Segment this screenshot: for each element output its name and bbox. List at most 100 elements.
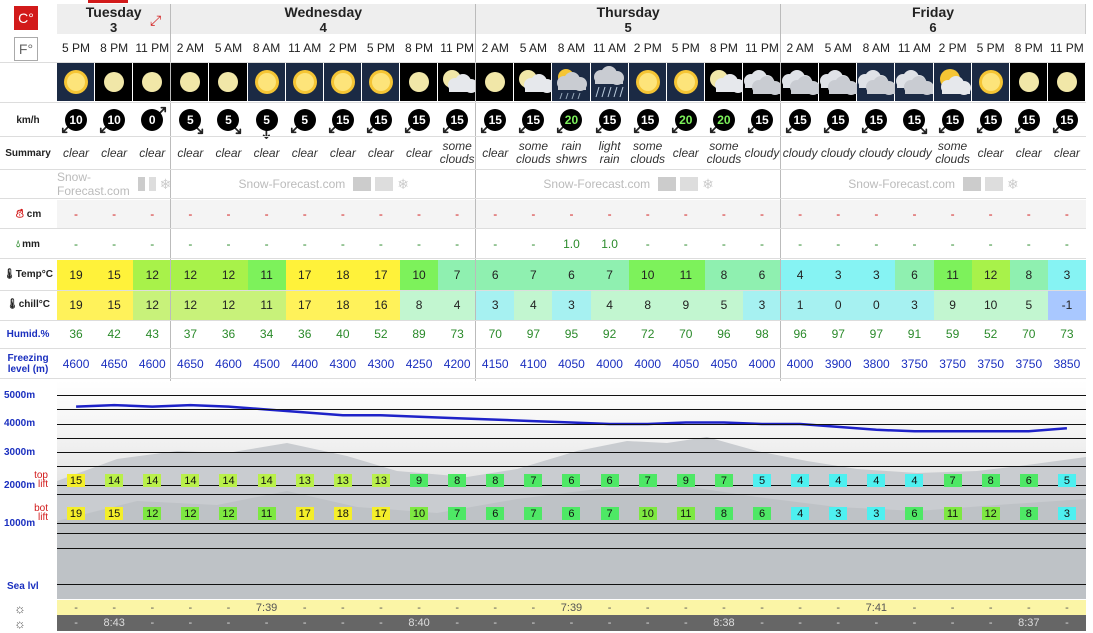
bot-lift-value: 11 — [676, 507, 695, 520]
snow-cell: - — [476, 200, 515, 228]
summary-row-label: Summary — [5, 147, 51, 159]
wind-speed: 15 — [446, 109, 469, 131]
day-header: Wednesday 4 — [171, 4, 477, 35]
humidity-cell: 36 — [298, 327, 312, 341]
humid-row-label: Humid.% — [6, 328, 50, 340]
altitude-gridline — [57, 494, 1086, 495]
chill-cell: 16 — [361, 290, 400, 320]
day-date: 6 — [929, 20, 937, 35]
freezing-level-cell: 4500 — [253, 357, 280, 371]
temp-cell: 3 — [857, 260, 896, 290]
freezing-level-cell: 4650 — [100, 357, 128, 371]
time-cell: 8 PM — [100, 41, 129, 55]
temp-cell: 7 — [438, 260, 477, 290]
row-separator — [0, 169, 1086, 170]
top-lift-value: 14 — [257, 474, 276, 487]
sunrise-cell: - — [323, 600, 362, 615]
day-header: Thursday 5 — [476, 4, 782, 35]
time-cell: 8 PM — [405, 41, 434, 55]
chill-cell: 5 — [1009, 290, 1048, 320]
humidity-cell: 89 — [412, 327, 426, 341]
top-lift-value: 9 — [676, 474, 695, 487]
chill-cell: 0 — [819, 290, 858, 320]
day-header: Friday 6 — [781, 4, 1086, 35]
lift-icon — [680, 177, 699, 191]
altitude-label: 3000m — [4, 447, 36, 458]
rain-cell: - — [226, 237, 231, 251]
rain-cell: - — [836, 237, 841, 251]
chill-cell: -1 — [1047, 290, 1086, 320]
time-cell: 8 AM — [557, 41, 586, 55]
humidity-cell: 96 — [717, 327, 731, 341]
rain-cell: 1.0 — [563, 237, 580, 251]
day-name: Thursday — [596, 4, 660, 20]
summary-cell: light rain — [598, 139, 621, 166]
sunrise-cell: - — [133, 600, 172, 615]
wind-speed: 15 — [636, 109, 659, 131]
chill-cell: 12 — [133, 290, 172, 320]
rain-cell: - — [531, 237, 536, 251]
sunset-cell: - — [552, 615, 591, 631]
temp-cell: 11 — [247, 260, 286, 290]
summary-cell: clear — [1015, 145, 1042, 160]
freezing-level-cell: 3750 — [901, 357, 928, 371]
temp-cell: 10 — [628, 260, 667, 290]
top-lift-value: 6 — [1019, 474, 1038, 487]
time-cell: 5 PM — [62, 41, 91, 55]
chill-cell: 3 — [552, 290, 591, 320]
sunrise-cell: - — [819, 600, 858, 615]
bot-lift-value: 10 — [638, 507, 657, 520]
top-lift-value: 8 — [486, 474, 505, 487]
temp-cell: 18 — [323, 260, 362, 290]
chill-cell: 19 — [57, 290, 96, 320]
chill-cell: 4 — [590, 290, 629, 320]
sunrise-cell: - — [704, 600, 743, 615]
freezing-level-cell: 4600 — [62, 357, 90, 371]
rain-cell: - — [340, 237, 345, 251]
day-name: Wednesday — [284, 4, 363, 20]
wind-speed: 15 — [598, 109, 621, 131]
altitude-gridline — [57, 452, 1086, 453]
temp-cell: 19 — [57, 260, 96, 290]
humidity-cell: 70 — [679, 327, 693, 341]
altitude-label: 4000m — [4, 418, 36, 429]
top-lift-value: 9 — [410, 474, 429, 487]
chill-cell: 12 — [209, 290, 248, 320]
wind-speed: 20 — [712, 109, 735, 131]
chill-cell: 5 — [704, 290, 743, 320]
current-day-marker — [88, 0, 128, 3]
top-lift-value: 13 — [295, 474, 314, 487]
wind-speed: 15 — [369, 109, 392, 131]
sunrise-cell: 7:41 — [857, 600, 896, 615]
temp-cell: 6 — [552, 260, 591, 290]
temp-row-label: 🌡︎ Temp°C — [0, 260, 56, 288]
altitude-gridline — [57, 424, 1086, 425]
fahrenheit-button[interactable]: F° — [14, 37, 38, 61]
time-cell: 8 AM — [862, 41, 891, 55]
sunset-cell: - — [628, 615, 667, 631]
time-cell: 11 AM — [288, 41, 322, 55]
top-lift-value: 7 — [638, 474, 657, 487]
expand-icon[interactable]: ⤢ — [150, 12, 161, 29]
top-lift-value: 5 — [1057, 474, 1076, 487]
bot-lift-value: 12 — [981, 507, 1000, 520]
temp-cell: 10 — [399, 260, 439, 290]
wind-speed: 10 — [65, 109, 88, 131]
celsius-button[interactable]: C° — [14, 6, 38, 30]
sunset-cell: - — [1047, 615, 1086, 631]
sunrise-cell: - — [1047, 600, 1086, 615]
sunrise-cell: - — [895, 600, 934, 615]
rain-cell: - — [645, 237, 650, 251]
bot-lift-value: 3 — [1057, 507, 1076, 520]
row-separator — [0, 198, 1086, 199]
temp-cell: 12 — [133, 260, 172, 290]
row-separator — [0, 348, 1086, 349]
chill-cell: 8 — [628, 290, 667, 320]
bot-lift-label: bot lift — [34, 503, 48, 523]
temp-cell: 3 — [819, 260, 858, 290]
lift-icon — [148, 177, 156, 191]
snow-cell: - — [171, 200, 210, 228]
time-cell: 11 PM — [440, 41, 475, 55]
forecast-table: C° F° Tuesday 3 Wednesday 4 Thursday 5 Friday 6… — [0, 0, 1093, 633]
humidity-cell: 95 — [564, 327, 579, 341]
